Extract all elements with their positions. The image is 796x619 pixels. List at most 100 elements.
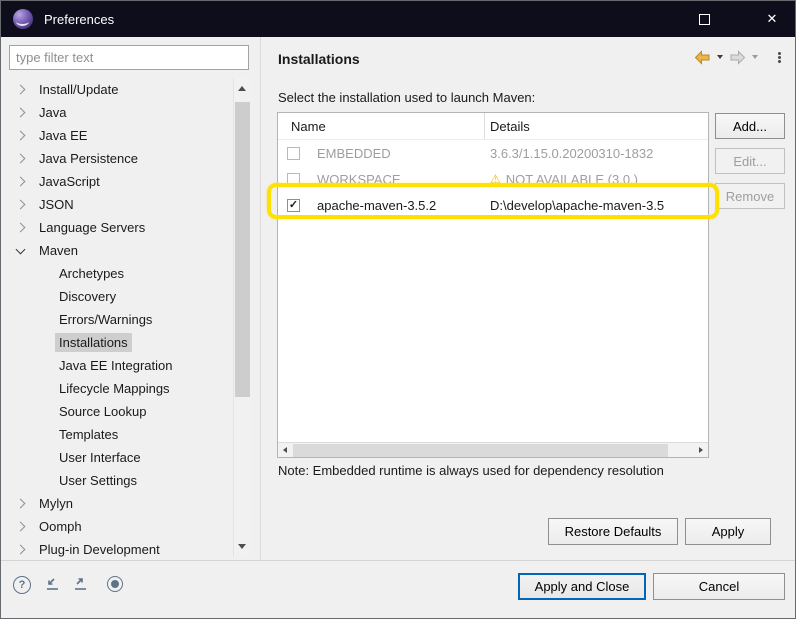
table-header: Name Details [278,113,708,140]
check-icon: ✓ [289,200,298,211]
add-button[interactable]: Add... [715,113,785,139]
tree-label: Discovery [55,287,120,306]
tree-label: Installations [55,333,132,352]
checkbox-embedded[interactable] [287,147,300,160]
chevron-right-icon[interactable] [16,522,26,532]
sidebar-item-user-settings[interactable]: User Settings [3,469,233,492]
installation-details: 3.6.3/1.15.0.20200310-1832 [490,146,653,161]
chevron-right-icon[interactable] [16,545,26,555]
chevron-right-icon[interactable] [16,85,26,95]
checkbox-apache-maven[interactable]: ✓ [287,199,300,212]
scrollbar-thumb[interactable] [235,102,250,397]
maximize-button[interactable] [681,1,727,37]
installation-details: NOT AVAILABLE (3.0.) [506,172,638,187]
instruction-text: Select the installation used to launch M… [278,90,535,105]
column-header-name[interactable]: Name [278,113,485,139]
preference-recorder-icon[interactable] [107,576,123,592]
table-horizontal-scrollbar[interactable] [278,442,708,457]
close-button[interactable]: ✕ [749,1,795,37]
scrollbar-thumb[interactable] [293,444,668,457]
import-preferences-button[interactable] [71,576,89,593]
eclipse-logo-icon [13,9,33,29]
sidebar-item-java[interactable]: Java [3,101,233,124]
apply-and-close-button[interactable]: Apply and Close [518,573,646,600]
installations-table: Name Details EMBEDDED 3.6.3/1.15.0.20200… [277,112,709,458]
column-header-details[interactable]: Details [485,113,708,139]
sidebar-item-archetypes[interactable]: Archetypes [3,262,233,285]
sidebar-item-templates[interactable]: Templates [3,423,233,446]
scroll-up-icon[interactable] [238,86,246,91]
tree-label: Plug-in Development [35,540,164,557]
table-row-apache-maven[interactable]: ✓ apache-maven-3.5.2 D:\develop\apache-m… [278,192,708,218]
tree-label: Source Lookup [55,402,150,421]
tree-label: Templates [55,425,122,444]
sidebar-item-maven[interactable]: Maven [3,239,233,262]
table-row-embedded[interactable]: EMBEDDED 3.6.3/1.15.0.20200310-1832 [278,140,708,166]
tree-label: Java EE [35,126,91,145]
tree-label: User Interface [55,448,145,467]
sidebar-item-user-interface[interactable]: User Interface [3,446,233,469]
chevron-right-icon[interactable] [16,200,26,210]
tree-scrollbar[interactable] [233,78,250,557]
sidebar-item-mylyn[interactable]: Mylyn [3,492,233,515]
sidebar-item-source-lookup[interactable]: Source Lookup [3,400,233,423]
scroll-right-icon[interactable] [699,447,703,453]
chevron-right-icon[interactable] [16,223,26,233]
titlebar: Preferences ✕ [1,1,795,37]
sidebar-item-plug-in-development[interactable]: Plug-in Development [3,538,233,557]
tree-label: Oomph [35,517,86,536]
preferences-tree: Install/Update Java Java EE Java Persist… [3,78,233,557]
chevron-right-icon[interactable] [16,177,26,187]
back-icon[interactable] [694,50,711,65]
page-title: Installations [278,51,360,67]
sidebar-item-discovery[interactable]: Discovery [3,285,233,308]
maximize-icon [699,14,710,25]
export-icon [43,576,61,593]
table-row-workspace[interactable]: WORKSPACE ⚠ NOT AVAILABLE (3.0.) [278,166,708,192]
tree-label: User Settings [55,471,141,490]
scroll-down-icon[interactable] [238,544,246,549]
help-button[interactable]: ? [13,576,31,594]
sidebar-item-installations[interactable]: Installations [3,331,233,354]
forward-dropdown-icon[interactable] [752,55,758,59]
edit-button[interactable]: Edit... [715,148,785,174]
chevron-right-icon[interactable] [16,499,26,509]
sidebar-item-language-servers[interactable]: Language Servers [3,216,233,239]
remove-button[interactable]: Remove [715,183,785,209]
close-icon: ✕ [767,11,778,27]
view-menu-icon[interactable] [778,52,781,55]
export-preferences-button[interactable] [43,576,61,593]
sidebar-item-java-ee-integration[interactable]: Java EE Integration [3,354,233,377]
preferences-window: Preferences ✕ Install/Update Java Java E… [0,0,796,619]
sidebar-item-java-ee[interactable]: Java EE [3,124,233,147]
filter-input[interactable] [9,45,249,70]
cancel-button[interactable]: Cancel [653,573,785,600]
sidebar-item-install-update[interactable]: Install/Update [3,78,233,101]
chevron-right-icon[interactable] [16,131,26,141]
apply-button[interactable]: Apply [685,518,771,545]
sidebar-item-java-persistence[interactable]: Java Persistence [3,147,233,170]
sidebar-item-json[interactable]: JSON [3,193,233,216]
sidebar-item-oomph[interactable]: Oomph [3,515,233,538]
tree-label: Lifecycle Mappings [55,379,174,398]
window-title: Preferences [44,12,114,27]
sidebar-item-errors-warnings[interactable]: Errors/Warnings [3,308,233,331]
back-dropdown-icon[interactable] [717,55,723,59]
installation-name: EMBEDDED [317,146,391,161]
checkbox-workspace[interactable] [287,173,300,186]
scroll-left-icon[interactable] [283,447,287,453]
chevron-right-icon[interactable] [16,108,26,118]
tree-label: Maven [35,241,82,260]
forward-icon[interactable] [729,50,746,65]
tree-label: Errors/Warnings [55,310,156,329]
footer-divider [1,560,795,561]
sidebar-item-lifecycle-mappings[interactable]: Lifecycle Mappings [3,377,233,400]
tree-label: Mylyn [35,494,77,513]
chevron-right-icon[interactable] [16,154,26,164]
history-nav [694,48,787,66]
restore-defaults-button[interactable]: Restore Defaults [548,518,678,545]
installation-name: WORKSPACE [317,172,401,187]
sidebar-item-javascript[interactable]: JavaScript [3,170,233,193]
chevron-down-icon[interactable] [16,244,26,254]
note-text: Note: Embedded runtime is always used fo… [278,461,718,481]
